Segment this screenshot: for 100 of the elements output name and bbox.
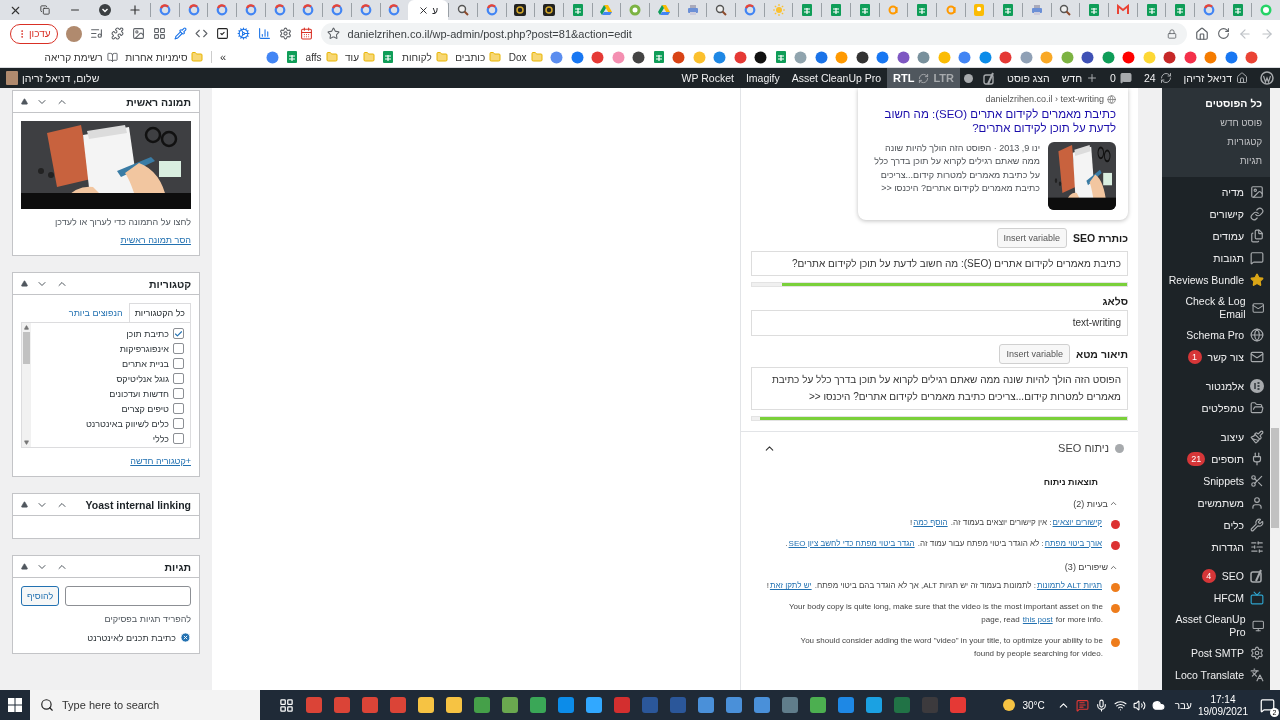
menu-item[interactable]: Loco Translate [1175,669,1244,682]
input-field[interactable]: הפוסט הזה הולך להיות שונה ממה שאתם רגילים לקרוא על תוכן בדרך כלל על כתיבת מאמרים למטרות קידום...צריכים כתיבת מאמרים לקידום אתרים? היכנסו << [751,366,1128,410]
app-icon[interactable] [502,697,518,713]
check-square-icon[interactable] [215,27,229,40]
link[interactable]: תגיות ALT לתמונות [1036,581,1102,591]
calendar-icon[interactable] [299,27,313,40]
list-icon[interactable] [89,27,103,40]
link[interactable]: אורך ביטוי מפתח [1044,538,1102,548]
reading-list-button[interactable]: רשימת קריאה [44,51,118,63]
app-icon[interactable] [698,697,714,713]
add-tag-button[interactable]: להוסיף [21,586,60,606]
checkbox[interactable] [173,373,184,384]
menu-item[interactable]: Asset CleanUp Pro [1166,613,1246,639]
submenu-item[interactable]: קטגוריות [1162,132,1270,151]
checkbox[interactable] [173,358,184,369]
lock-icon[interactable] [1167,28,1177,39]
menu-item[interactable]: Post SMTP [1190,647,1244,660]
app-icon[interactable] [782,697,798,713]
browser-tab[interactable]: ע [408,0,449,20]
wifi-icon[interactable] [1113,698,1127,712]
app-icon[interactable] [810,697,826,713]
scroll-down-icon[interactable] [24,440,29,445]
task-view-icon[interactable] [278,697,294,713]
app-icon[interactable] [754,697,770,713]
menu-item[interactable]: עיצוב [1220,430,1244,444]
group-toggle[interactable]: בעיות (2) [751,498,1128,509]
bookmark-folder[interactable]: עוד [345,51,375,63]
home-icon[interactable] [1195,26,1209,41]
site-icon[interactable] [856,51,868,63]
app-icon[interactable] [838,697,854,713]
code-icon[interactable] [194,27,208,40]
grid-icon[interactable] [152,27,166,40]
insert-variable-button[interactable]: Insert variable [999,343,1070,364]
image-icon[interactable] [131,27,145,40]
bookmark-folder[interactable]: affs [305,51,338,63]
link[interactable]: קישורים יוצאים [1052,517,1102,527]
avatar[interactable] [65,25,82,42]
app-icon[interactable] [950,697,966,713]
menu-item[interactable]: תגובות [1213,251,1244,265]
menu-item[interactable]: משתמשים [1197,496,1244,510]
comments-link[interactable]: 0 [1104,68,1138,88]
menu-item[interactable]: Schema Pro [1186,328,1244,342]
add-category-link[interactable]: +קטגוריה חדשה [21,456,191,466]
site-link[interactable]: דניאל זריהן [1177,68,1254,88]
bar-chart-icon[interactable] [257,27,271,40]
speaker-icon[interactable] [1132,698,1146,712]
reload-icon[interactable] [1217,27,1230,40]
app-icon[interactable] [474,697,490,713]
view-post-link[interactable]: הצג פוסט [1001,68,1056,88]
app-icon[interactable] [558,697,574,713]
triangle-icon[interactable] [21,501,28,508]
language-indicator[interactable]: עבר [1174,699,1192,711]
submenu-item[interactable]: פוסט חדש [1162,113,1270,132]
checkbox[interactable] [173,433,184,444]
menu-item[interactable]: מדיה [1221,185,1244,199]
app-icon[interactable] [726,697,742,713]
link[interactable]: this post [1022,614,1053,624]
menu-item[interactable]: כלים [1223,518,1244,532]
preview-title[interactable]: כתיבת מאמרים לקידום אתרים (SEO): מה חשוב לדעת על תוכן לקידום אתרים? [870,107,1116,136]
bookmark-folder[interactable]: Dox [508,51,543,63]
menu-item[interactable]: SEO [1221,569,1244,583]
menu-item[interactable]: Snippets [1203,474,1244,488]
windows-logo[interactable] [8,698,22,712]
bookmark-folder[interactable]: כותבים [455,51,502,63]
settings-icon[interactable] [278,27,292,40]
app-icon[interactable] [530,697,546,713]
scrollbar-thumb[interactable] [1271,428,1279,528]
dropdown-icon[interactable] [99,4,111,16]
category-tab[interactable]: כל הקטגוריות [128,303,191,322]
link[interactable]: הגדר ביטוי מפתח כדי לחשב ציון SEO [788,538,915,548]
direction-option[interactable]: RTL [893,72,915,84]
input-field[interactable]: text-writing [751,310,1128,336]
menu-item[interactable]: תוספים [1211,452,1244,466]
app-icon[interactable] [614,697,630,713]
remove-image-link[interactable]: הסר תמונה ראשית [21,235,191,245]
puzzle-icon[interactable] [110,27,124,40]
slash-square-icon[interactable] [983,71,996,85]
bookmark-folder[interactable]: לקוחות [402,51,448,63]
star-icon[interactable] [326,27,340,40]
restore-icon[interactable] [40,5,50,15]
checkbox[interactable] [173,388,184,399]
input-field[interactable]: כתיבת מאמרים לקידום אתרים (SEO): מה חשוב לדעת על תוכן לקידום אתרים? [751,250,1128,277]
app-icon[interactable] [334,697,350,713]
checkbox[interactable] [173,403,184,414]
checkbox[interactable] [173,328,184,339]
cloud-icon[interactable] [1151,698,1165,712]
link[interactable]: הוסף כמה [913,517,948,527]
menu-item[interactable]: אלמנטור [1205,379,1244,393]
new-tab-icon[interactable] [128,3,142,17]
clock[interactable]: 17:14 19/09/2021 [1197,693,1248,717]
app-icon[interactable] [306,697,322,713]
checkbox[interactable] [173,418,184,429]
menu-item[interactable]: HFCM [1213,591,1244,605]
site-icon[interactable] [1081,51,1094,63]
app-icon[interactable] [418,697,434,713]
app-icon[interactable] [866,697,882,713]
menu-item[interactable]: צור קשר [1207,350,1244,364]
new-link[interactable]: חדש [1055,68,1105,88]
gear-icon[interactable] [236,27,250,40]
site-icon[interactable] [754,51,767,63]
